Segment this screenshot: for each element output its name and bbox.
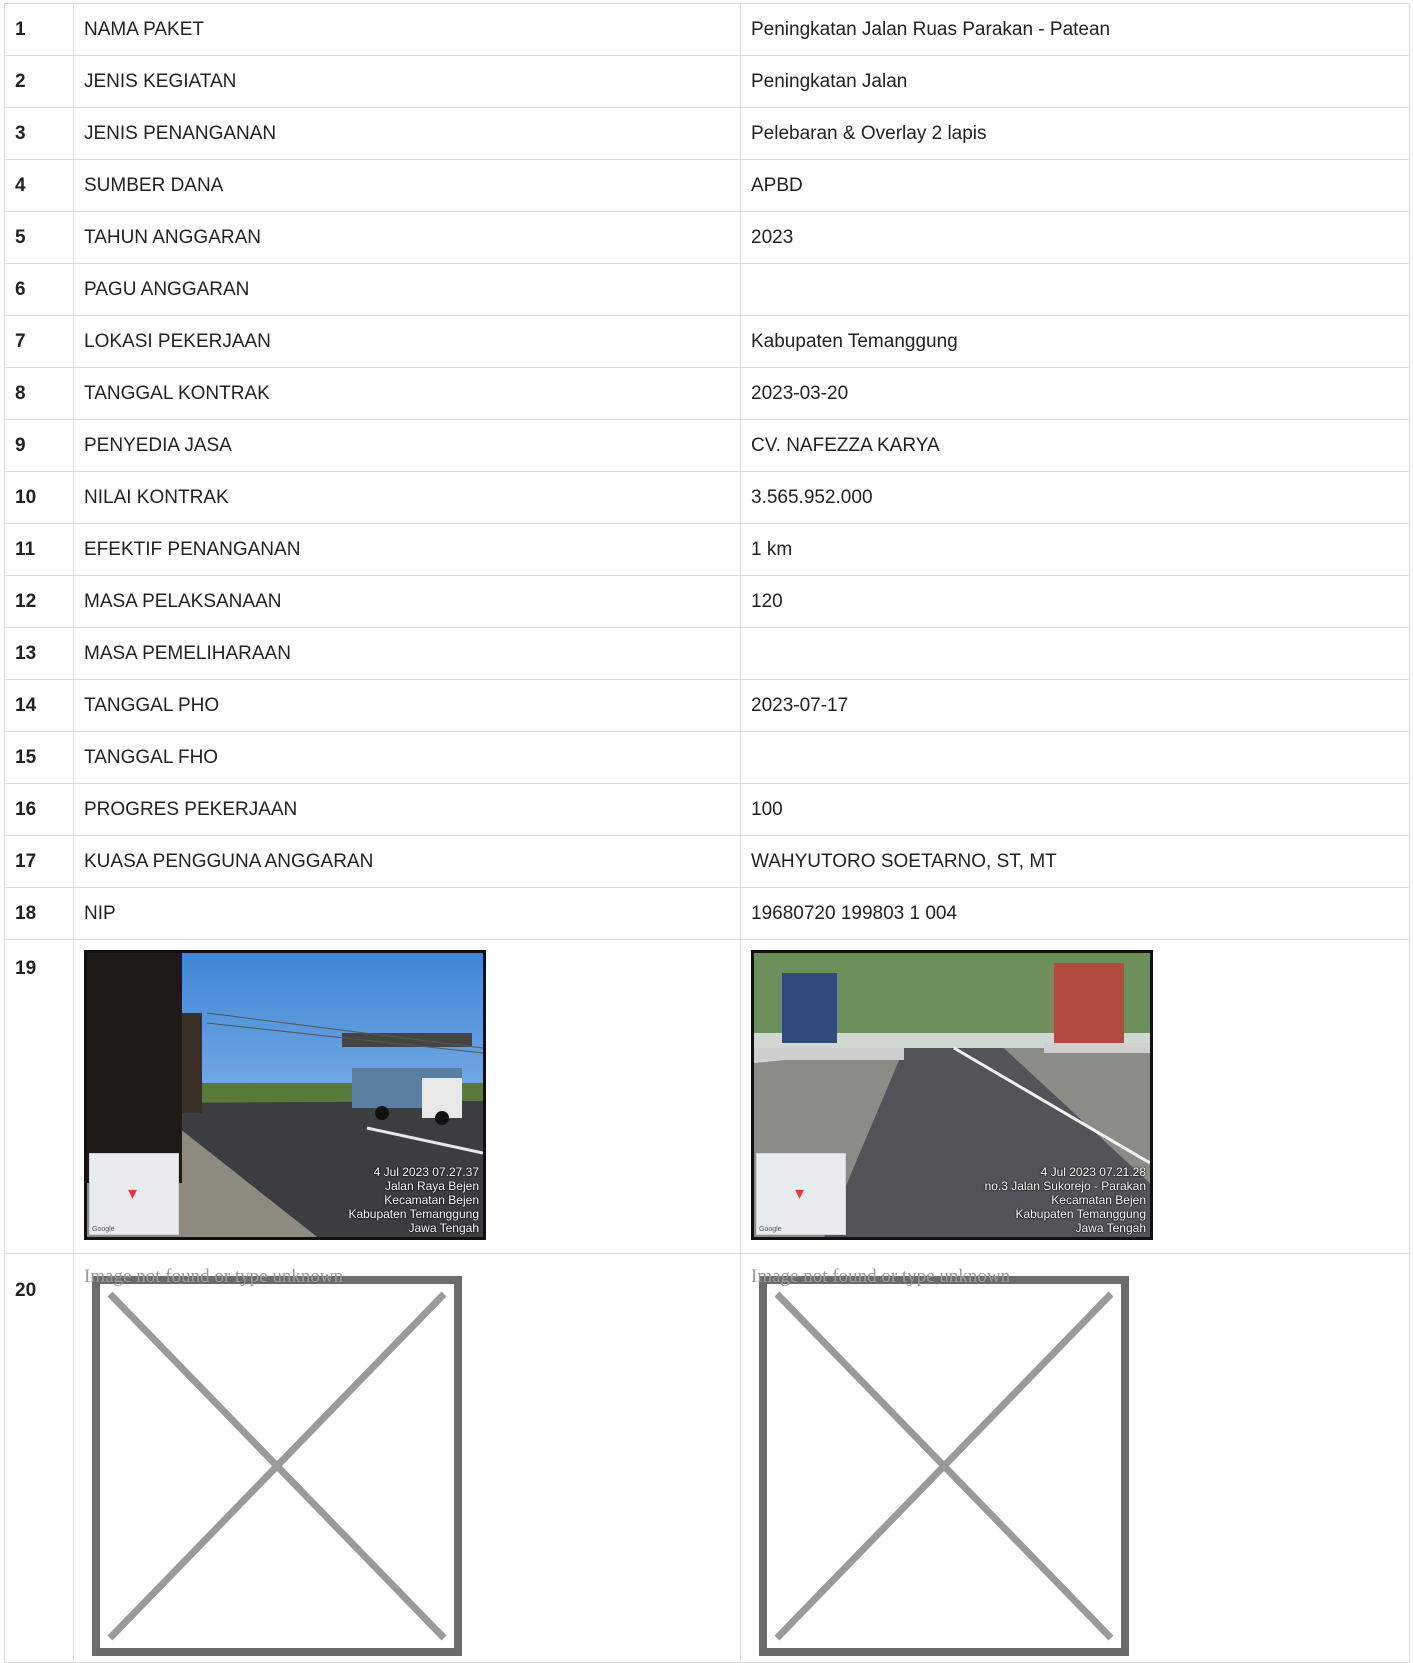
row-value [740,731,1410,784]
table-row: 12 MASA PELAKSANAAN 120 [4,575,1410,628]
row-label: TANGGAL PHO [73,679,741,732]
broken-image-cell-right: Image not found or type unknown [740,1253,1410,1663]
row-number: 2 [4,55,74,108]
location-minimap-right: ▾ Google [756,1153,846,1235]
row-label: NIP [73,887,741,940]
table-row: 10 NILAI KONTRAK 3.565.952.000 [4,471,1410,524]
row-number: 13 [4,627,74,680]
row-label: MASA PEMELIHARAAN [73,627,741,680]
table-row: 6 PAGU ANGGARAN [4,263,1410,316]
table-row: 9 PENYEDIA JASA CV. NAFEZZA KARYA [4,419,1410,472]
photo-timestamp-right: 4 Jul 2023 07.21.28 no.3 Jalan Sukorejo … [984,1165,1146,1235]
broken-image-icon [92,1276,462,1656]
table-row: 18 NIP 19680720 199803 1 004 [4,887,1410,940]
row-number: 10 [4,471,74,524]
broken-image-right[interactable]: Image not found or type unknown [751,1266,1151,1661]
table-row: 14 TANGGAL PHO 2023-07-17 [4,679,1410,732]
project-info-table: 1 NAMA PAKET Peningkatan Jalan Ruas Paraka… [4,3,1410,1663]
row-number: 12 [4,575,74,628]
row-value [740,627,1410,680]
broken-image-row: 20 Image not found or type unknown Image… [4,1253,1410,1663]
row-number: 18 [4,887,74,940]
row-label: PAGU ANGGARAN [73,263,741,316]
row-value: Kabupaten Temanggung [740,315,1410,368]
map-credit: Google [92,1226,115,1233]
image-alt-text: Image not found or type unknown [751,1266,1011,1287]
row-number: 11 [4,523,74,576]
table-row: 11 EFEKTIF PENANGANAN 1 km [4,523,1410,576]
row-label: JENIS KEGIATAN [73,55,741,108]
road-photo-right[interactable]: ▾ Google 4 Jul 2023 07.21.28 no.3 Jalan … [751,950,1153,1240]
row-value: 120 [740,575,1410,628]
table-row: 17 KUASA PENGGUNA ANGGARAN WAHYUTORO SOETA… [4,835,1410,888]
row-value [740,263,1410,316]
row-label: NILAI KONTRAK [73,471,741,524]
row-number: 9 [4,419,74,472]
table-row: 3 JENIS PENANGANAN Pelebaran & Overlay 2 l… [4,107,1410,160]
row-label: PROGRES PEKERJAAN [73,783,741,836]
map-pin-icon: ▾ [128,1183,138,1203]
row-number: 16 [4,783,74,836]
location-minimap-left: ▾ Google [89,1153,179,1235]
table-row: 1 NAMA PAKET Peningkatan Jalan Ruas Paraka… [4,3,1410,56]
map-credit: Google [759,1226,782,1233]
table-row: 13 MASA PEMELIHARAAN [4,627,1410,680]
row-number: 20 [4,1253,74,1663]
broken-image-cell-left: Image not found or type unknown [73,1253,741,1663]
row-value: 1 km [740,523,1410,576]
row-value: CV. NAFEZZA KARYA [740,419,1410,472]
row-label: NAMA PAKET [73,3,741,56]
row-number: 7 [4,315,74,368]
row-label: TANGGAL KONTRAK [73,367,741,420]
row-value: Peningkatan Jalan Ruas Parakan - Patean [740,3,1410,56]
table-row: 4 SUMBER DANA APBD [4,159,1410,212]
photo-row: 19 ▾ Google 4 Jul 2023 07.27.37 Jalan Ra… [4,939,1410,1254]
photo-cell-right: ▾ Google 4 Jul 2023 07.21.28 no.3 Jalan … [740,939,1410,1254]
row-label: PENYEDIA JASA [73,419,741,472]
row-number: 5 [4,211,74,264]
row-label: TANGGAL FHO [73,731,741,784]
row-number: 17 [4,835,74,888]
row-value: 2023-07-17 [740,679,1410,732]
row-number: 3 [4,107,74,160]
broken-image-icon [759,1276,1129,1656]
row-label: JENIS PENANGANAN [73,107,741,160]
photo-timestamp-left: 4 Jul 2023 07.27.37 Jalan Raya Bejen Kec… [348,1165,479,1235]
row-value: Pelebaran & Overlay 2 lapis [740,107,1410,160]
row-label: SUMBER DANA [73,159,741,212]
row-label: TAHUN ANGGARAN [73,211,741,264]
row-value: 19680720 199803 1 004 [740,887,1410,940]
table-row: 5 TAHUN ANGGARAN 2023 [4,211,1410,264]
table-row: 16 PROGRES PEKERJAAN 100 [4,783,1410,836]
table-body: 1 NAMA PAKET Peningkatan Jalan Ruas Paraka… [4,3,1410,1663]
row-number: 19 [4,939,74,1254]
row-number: 14 [4,679,74,732]
table-row: 15 TANGGAL FHO [4,731,1410,784]
row-label: MASA PELAKSANAAN [73,575,741,628]
row-value: 100 [740,783,1410,836]
row-number: 8 [4,367,74,420]
table-row: 7 LOKASI PEKERJAAN Kabupaten Temanggung [4,315,1410,368]
row-label: KUASA PENGGUNA ANGGARAN [73,835,741,888]
row-label: LOKASI PEKERJAAN [73,315,741,368]
row-number: 6 [4,263,74,316]
row-value: WAHYUTORO SOETARNO, ST, MT [740,835,1410,888]
row-number: 4 [4,159,74,212]
table-row: 8 TANGGAL KONTRAK 2023-03-20 [4,367,1410,420]
row-value: 2023 [740,211,1410,264]
map-pin-icon: ▾ [795,1183,805,1203]
image-alt-text: Image not found or type unknown [84,1266,344,1287]
photo-cell-left: ▾ Google 4 Jul 2023 07.27.37 Jalan Raya … [73,939,741,1254]
broken-image-left[interactable]: Image not found or type unknown [84,1266,484,1661]
row-number: 1 [4,3,74,56]
row-value: Peningkatan Jalan [740,55,1410,108]
row-number: 15 [4,731,74,784]
row-label: EFEKTIF PENANGANAN [73,523,741,576]
table-row: 2 JENIS KEGIATAN Peningkatan Jalan [4,55,1410,108]
row-value: 2023-03-20 [740,367,1410,420]
road-photo-left[interactable]: ▾ Google 4 Jul 2023 07.27.37 Jalan Raya … [84,950,486,1240]
row-value: APBD [740,159,1410,212]
row-value: 3.565.952.000 [740,471,1410,524]
